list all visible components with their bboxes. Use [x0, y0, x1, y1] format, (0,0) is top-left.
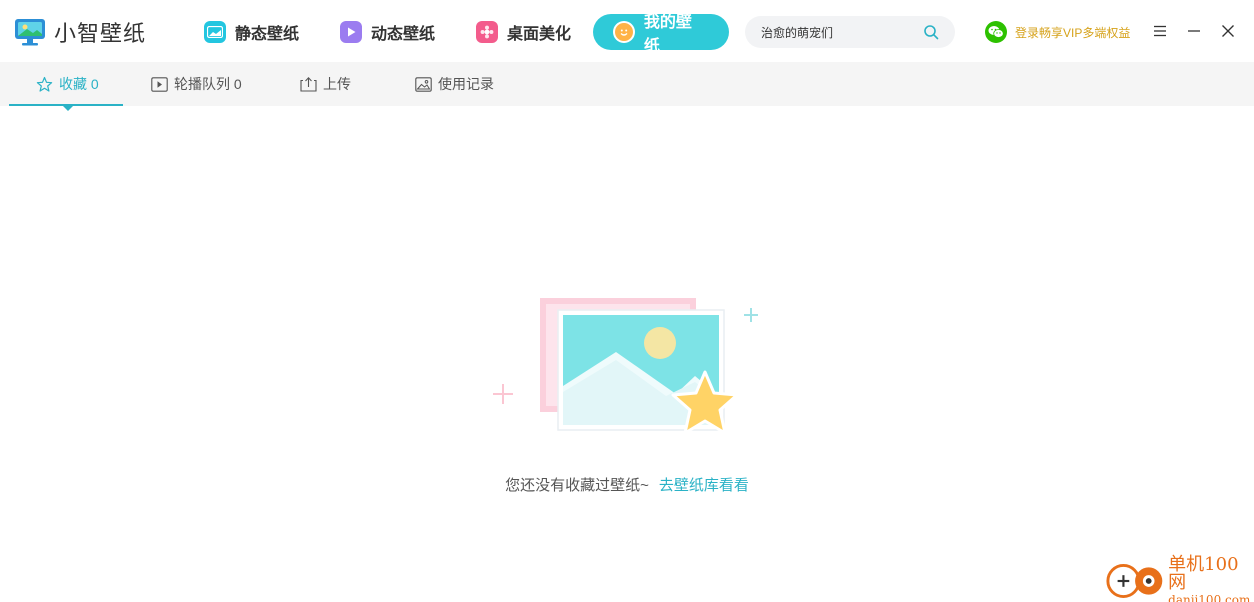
- vip-login-link[interactable]: 登录畅享VIP多端权益: [985, 21, 1130, 43]
- monitor-logo-icon: [15, 19, 45, 46]
- tab-carousel-queue[interactable]: 轮播队列 0: [150, 62, 242, 106]
- browse-library-link[interactable]: 去壁纸库看看: [659, 477, 749, 494]
- nav-desktop-beautify[interactable]: 桌面美化: [476, 14, 571, 50]
- play-square-icon: [150, 75, 168, 93]
- active-tab-caret: [63, 106, 73, 111]
- smiley-icon: [613, 21, 635, 43]
- empty-favorites-illustration: [493, 298, 758, 435]
- watermark-name-cn: 单机100网: [1168, 554, 1239, 593]
- upload-icon: [299, 75, 317, 93]
- flower-icon: [476, 21, 499, 43]
- app-name: 小智壁纸: [54, 21, 147, 46]
- vip-label: 登录畅享VIP多端权益: [1015, 25, 1131, 40]
- empty-message: 您还没有收藏过壁纸~: [505, 477, 649, 494]
- nav-dynamic-wallpaper[interactable]: 动态壁纸: [340, 14, 435, 50]
- app-logo[interactable]: 小智壁纸: [14, 16, 146, 48]
- site-watermark: 单机100网 danji100.com: [1104, 556, 1254, 602]
- landscape-icon: [204, 21, 226, 43]
- star-outline-icon: [35, 75, 53, 93]
- tab-favorites[interactable]: 收藏 0: [35, 62, 99, 106]
- wechat-icon: [985, 21, 1007, 43]
- image-history-icon: [414, 75, 432, 93]
- title-bar: 小智壁纸 静态壁纸 动态壁纸 桌面美化 我的壁纸 治愈的萌宠们 登录畅享VIP多…: [0, 0, 1254, 62]
- nav-static-wallpaper[interactable]: 静态壁纸: [204, 14, 299, 50]
- nav-my-wallpaper[interactable]: 我的壁纸: [593, 14, 730, 55]
- watermark-text: 单机100网 danji100.com: [1168, 556, 1254, 602]
- tab-label: 上传: [323, 76, 351, 92]
- search-box[interactable]: [745, 16, 955, 48]
- nav-label: 动态壁纸: [371, 26, 436, 43]
- nav-label: 桌面美化: [507, 26, 572, 43]
- watermark-logo-icon: [1106, 563, 1163, 599]
- tab-label: 轮播队列 0: [174, 76, 242, 92]
- search-icon[interactable]: [923, 24, 939, 40]
- minimize-icon[interactable]: [1185, 22, 1203, 40]
- play-icon: [340, 21, 363, 43]
- main-nav: 静态壁纸 动态壁纸 桌面美化 我的壁纸: [204, 14, 730, 55]
- tab-upload[interactable]: 上传: [299, 62, 351, 106]
- sub-tab-bar: 收藏 0 轮播队列 0 上传 使用记录: [0, 62, 1254, 106]
- nav-label: 我的壁纸: [643, 14, 692, 55]
- empty-state-message: 您还没有收藏过壁纸~ 去壁纸库看看: [0, 474, 1254, 495]
- tab-usage-history[interactable]: 使用记录: [414, 62, 494, 106]
- watermark-name-en: danji100.com: [1168, 593, 1251, 602]
- tab-label: 收藏 0: [59, 76, 99, 92]
- close-icon[interactable]: [1219, 22, 1237, 40]
- tab-label: 使用记录: [438, 76, 494, 92]
- search-input[interactable]: [761, 25, 911, 39]
- menu-icon[interactable]: [1151, 22, 1169, 40]
- nav-label: 静态壁纸: [235, 26, 300, 43]
